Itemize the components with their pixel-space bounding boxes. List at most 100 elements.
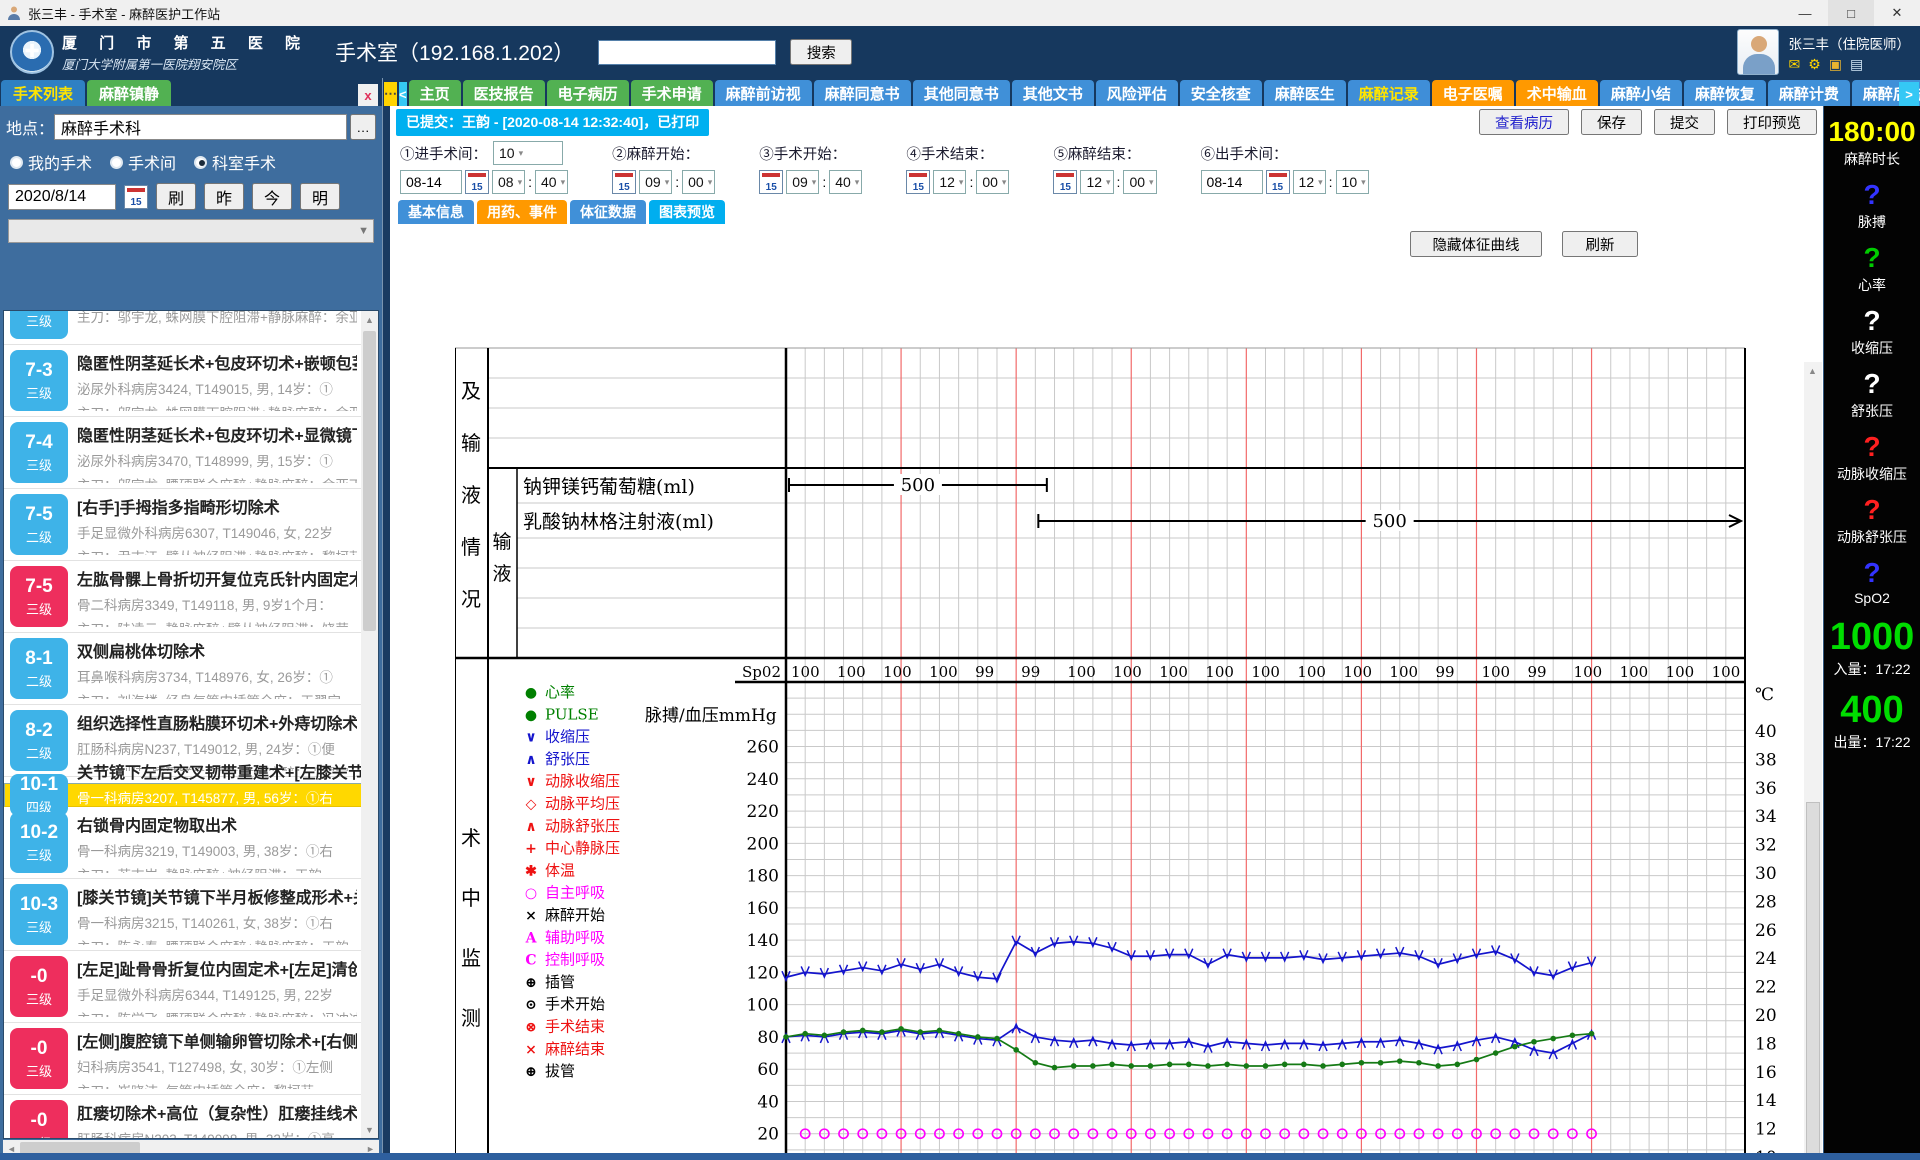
radio-我的手术[interactable]: 我的手术 bbox=[10, 150, 92, 174]
calendar-icon[interactable]: 15 bbox=[1053, 170, 1077, 194]
date-field[interactable]: 08-14 bbox=[400, 170, 462, 194]
hour-select[interactable]: 12▾ bbox=[1080, 170, 1113, 194]
time-fields-row: ①进手术间：10▾08-141508▾:40▾②麻醉开始：1509▾:00▾③手… bbox=[390, 138, 1823, 194]
calendar-icon[interactable]: 15 bbox=[1266, 170, 1290, 194]
tab-电子病历[interactable]: 电子病历 bbox=[547, 80, 629, 106]
date-input[interactable]: 2020/8/14 bbox=[8, 184, 116, 210]
hour-select[interactable]: 12▾ bbox=[1293, 170, 1326, 194]
calendar-icon[interactable]: 15 bbox=[906, 170, 930, 194]
calendar-icon[interactable]: 15 bbox=[612, 170, 636, 194]
list-vertical-scrollbar[interactable]: ▲ ▼ bbox=[361, 311, 378, 1138]
mail-icon[interactable]: ✉ bbox=[1789, 57, 1801, 71]
nav-more-button[interactable]: ⋯ bbox=[384, 82, 397, 106]
filter-dropdown[interactable]: ▼ bbox=[8, 219, 374, 243]
tab-anesthesia-sedation[interactable]: 麻醉镇静 bbox=[87, 80, 171, 106]
chart-scroll-up-icon[interactable]: ▲ bbox=[1804, 362, 1821, 379]
svg-text:∧: ∧ bbox=[525, 819, 536, 835]
tab-surgery-list[interactable]: 手术列表 bbox=[1, 80, 85, 106]
calendar-icon[interactable]: 15 bbox=[759, 170, 783, 194]
tab-医技报告[interactable]: 医技报告 bbox=[463, 80, 545, 106]
nav-scroll-left-button[interactable]: < bbox=[399, 82, 407, 106]
minute-select[interactable]: 10▾ bbox=[1336, 170, 1369, 194]
surgery-list-item[interactable]: 10-3三级[膝关节镜]关节镜下半月板修整成形术+关骨一科病房3215, T14… bbox=[4, 879, 361, 951]
fluid-intake: 1000入量：17:22 bbox=[1824, 617, 1920, 679]
calendar-icon[interactable]: 15 bbox=[124, 185, 148, 209]
scroll-up-icon[interactable]: ▲ bbox=[361, 311, 378, 328]
chart-vertical-scrollbar[interactable]: ▲ bbox=[1804, 362, 1822, 1158]
tab-麻醉恢复[interactable]: 麻醉恢复 bbox=[1684, 80, 1766, 106]
surgery-list-item[interactable]: 8-1二级双侧扁桃体切除术耳鼻喉科病房3734, T148976, 女, 26岁… bbox=[4, 633, 361, 705]
surgery-list-item[interactable]: 7-5二级[右手]手拇指多指畸形切除术手足显微外科病房6307, T149046… bbox=[4, 489, 361, 561]
radio-科室手术[interactable]: 科室手术 bbox=[194, 150, 276, 174]
tab-麻醉记录[interactable]: 麻醉记录 bbox=[1348, 80, 1430, 106]
sidebar-close-icon[interactable]: x bbox=[358, 84, 378, 106]
maximize-button[interactable]: □ bbox=[1828, 0, 1874, 26]
minute-select[interactable]: 00▾ bbox=[682, 170, 715, 194]
surgery-list-item[interactable]: 7-5三级左肱骨髁上骨折切开复位克氏针内固定术骨二科病房3349, T14911… bbox=[4, 561, 361, 633]
svg-text:40: 40 bbox=[757, 1092, 779, 1112]
tab-麻醉同意书[interactable]: 麻醉同意书 bbox=[814, 80, 911, 106]
tab-风险评估[interactable]: 风险评估 bbox=[1096, 80, 1178, 106]
tab-其他同意书[interactable]: 其他同意书 bbox=[913, 80, 1010, 106]
coins-icon[interactable]: ▣ bbox=[1829, 57, 1842, 71]
refresh-button[interactable]: 刷新 bbox=[1562, 231, 1638, 257]
minute-select[interactable]: 40▾ bbox=[535, 170, 568, 194]
surgery-list-item[interactable]: 7-3三级隐匿性阴茎延长术+包皮环切术+嵌顿包茎泌尿外科病房3424, T149… bbox=[4, 345, 361, 417]
nav-scroll-right-button[interactable]: > bbox=[1899, 82, 1919, 106]
minimize-button[interactable]: — bbox=[1782, 0, 1828, 26]
radio-手术间[interactable]: 手术间 bbox=[110, 150, 176, 174]
tab-其他文书[interactable]: 其他文书 bbox=[1012, 80, 1094, 106]
hour-select[interactable]: 09▾ bbox=[786, 170, 819, 194]
surgery-list-item[interactable]: 7-4三级隐匿性阴茎延长术+包皮环切术+显微镜下泌尿外科病房3470, T148… bbox=[4, 417, 361, 489]
search-button[interactable]: 搜索 bbox=[790, 39, 852, 65]
date-button-明[interactable]: 明 bbox=[300, 183, 340, 210]
surgery-list-item[interactable]: 10-1四级关节镜下左后交叉韧带重建术+[左膝关节骨一科病房3207, T145… bbox=[4, 783, 361, 807]
subtab-用药、事件[interactable]: 用药、事件 bbox=[477, 200, 567, 224]
tab-电子医嘱[interactable]: 电子医嘱 bbox=[1432, 80, 1514, 106]
svg-text:100: 100 bbox=[1574, 663, 1603, 681]
tab-手术申请[interactable]: 手术申请 bbox=[631, 80, 713, 106]
svg-text:500: 500 bbox=[1372, 511, 1406, 532]
surgery-list-item[interactable]: 7-2三级泌尿外科病房3409, T149000, 男, 12岁2个主刀：邬宇龙… bbox=[4, 311, 361, 345]
hour-select[interactable]: 08▾ bbox=[492, 170, 525, 194]
date-button-今[interactable]: 今 bbox=[252, 183, 292, 210]
minute-select[interactable]: 00▾ bbox=[1123, 170, 1156, 194]
hour-select[interactable]: 09▾ bbox=[639, 170, 672, 194]
scroll-down-icon[interactable]: ▼ bbox=[361, 1121, 378, 1138]
location-input[interactable] bbox=[54, 114, 347, 140]
tab-麻醉前访视[interactable]: 麻醉前访视 bbox=[715, 80, 812, 106]
toolbar-button-保存[interactable]: 保存 bbox=[1581, 109, 1642, 135]
tab-主页[interactable]: 主页 bbox=[409, 80, 461, 106]
subtab-图表预览[interactable]: 图表预览 bbox=[649, 200, 725, 224]
tab-麻醉计费[interactable]: 麻醉计费 bbox=[1768, 80, 1850, 106]
svg-text:Sp02: Sp02 bbox=[742, 663, 781, 681]
minute-select[interactable]: 00▾ bbox=[976, 170, 1009, 194]
calendar-icon[interactable]: 15 bbox=[465, 170, 489, 194]
subtab-基本信息[interactable]: 基本信息 bbox=[398, 200, 474, 224]
close-button[interactable]: ✕ bbox=[1874, 0, 1920, 26]
gear-icon[interactable]: ⚙ bbox=[1808, 57, 1821, 71]
surgery-list-item[interactable]: -0三级[左侧]腹腔镜下单侧输卵管切除术+[右侧]妇科病房3541, T1274… bbox=[4, 1023, 361, 1095]
search-input[interactable] bbox=[598, 40, 776, 65]
toolbar-button-提交[interactable]: 提交 bbox=[1654, 109, 1715, 135]
date-button-昨[interactable]: 昨 bbox=[204, 183, 244, 210]
subtab-体征数据[interactable]: 体征数据 bbox=[570, 200, 646, 224]
tab-麻醉医生[interactable]: 麻醉医生 bbox=[1264, 80, 1346, 106]
tab-麻醉小结[interactable]: 麻醉小结 bbox=[1600, 80, 1682, 106]
tab-术中输血[interactable]: 术中输血 bbox=[1516, 80, 1598, 106]
surgery-list-item[interactable]: 10-2三级右锁骨内固定物取出术骨一科病房3219, T149003, 男, 3… bbox=[4, 807, 361, 879]
toolbar-button-打印预览[interactable]: 打印预览 bbox=[1727, 109, 1817, 135]
svg-text:100: 100 bbox=[1343, 663, 1372, 681]
location-browse-button[interactable]: … bbox=[350, 114, 376, 140]
hour-select[interactable]: 12▾ bbox=[933, 170, 966, 194]
date-field[interactable]: 08-14 bbox=[1201, 170, 1263, 194]
toolbar-button-查看病历[interactable]: 查看病历 bbox=[1479, 109, 1569, 135]
hide-curve-button[interactable]: 隐藏体征曲线 bbox=[1410, 231, 1542, 257]
room-select[interactable]: 10▾ bbox=[493, 141, 563, 165]
date-button-刷[interactable]: 刷 bbox=[156, 183, 196, 210]
surgery-list-item[interactable]: -0三级[左足]趾骨骨折复位内固定术+[左足]清创手足显微外科病房6344, T… bbox=[4, 951, 361, 1023]
minute-select[interactable]: 40▾ bbox=[829, 170, 862, 194]
report-icon[interactable]: ▤ bbox=[1850, 57, 1863, 71]
surgery-list-item[interactable]: -0二级肛瘘切除术+高位（复杂性）肛瘘挂线术肛肠科病房N203, T149098… bbox=[4, 1095, 361, 1138]
tab-安全核查[interactable]: 安全核查 bbox=[1180, 80, 1262, 106]
